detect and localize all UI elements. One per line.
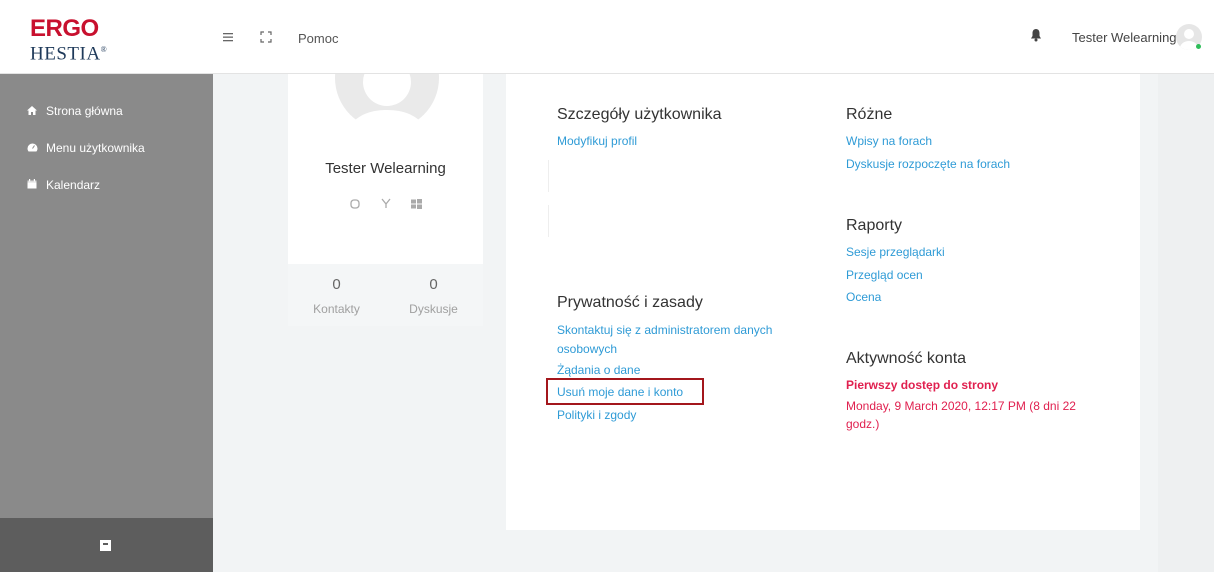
contacts-label[interactable]: Kontakty (288, 302, 385, 316)
skype-icon[interactable] (347, 198, 363, 212)
discussions-count: 0 (429, 276, 438, 293)
browser-sessions-link[interactable]: Sesje przeglądarki (846, 245, 945, 259)
contact-dpo-link-continued[interactable]: osobowych (557, 342, 617, 356)
sidebar-item-calendar[interactable]: Kalendarz (26, 178, 100, 196)
yahoo-icon[interactable] (378, 198, 394, 212)
windows-icon[interactable] (408, 198, 424, 212)
top-navbar: ERGO HESTIA® Pomoc Tester Welearning (0, 0, 1214, 74)
section-title-user-details: Szczegóły użytkownika (557, 106, 722, 123)
forum-discussions-link[interactable]: Dyskusje rozpoczęte na forach (846, 157, 1010, 171)
help-link[interactable]: Pomoc (298, 31, 338, 46)
highlight-annotation-box (546, 378, 704, 405)
section-title-misc: Różne (846, 106, 893, 123)
page-background-right (1158, 74, 1214, 572)
data-requests-link[interactable]: Żądania o dane (557, 363, 640, 377)
home-icon (26, 106, 38, 118)
first-access-value: Monday, 9 March 2020, 12:17 PM (8 dni 22… (846, 399, 1076, 431)
hamburger-menu-icon[interactable] (220, 30, 236, 46)
section-title-activity: Aktywność konta (846, 350, 967, 367)
online-status-dot (1196, 44, 1201, 49)
fullscreen-icon[interactable] (258, 30, 274, 46)
profile-card: Tester Welearning 0 Kontakty 0 Dyskusje (288, 74, 483, 326)
first-access-label: Pierwszy dostęp do strony (846, 378, 999, 392)
grades-overview-link[interactable]: Przegląd ocen (846, 268, 923, 282)
sidebar: Strona główna Menu użytkownika Kalendarz (0, 74, 213, 518)
policies-consents-link[interactable]: Polityki i zgody (557, 408, 636, 422)
sidebar-item-home[interactable]: Strona główna (26, 104, 123, 122)
discussions-label[interactable]: Dyskusje (385, 302, 482, 316)
notification-bell-icon[interactable] (1030, 28, 1044, 44)
archive-icon[interactable] (100, 540, 111, 551)
profile-stats: 0 Kontakty 0 Dyskusje (288, 264, 483, 326)
calendar-icon (26, 179, 38, 192)
grade-link[interactable]: Ocena (846, 290, 881, 304)
sidebar-item-label: Strona główna (46, 104, 123, 118)
divider (548, 205, 549, 237)
edit-profile-link[interactable]: Modyfikuj profil (557, 134, 637, 148)
logo-line-hestia: HESTIA® (30, 43, 108, 65)
dashboard-icon (26, 143, 38, 155)
section-title-privacy: Prywatność i zasady (557, 294, 703, 311)
user-menu-name[interactable]: Tester Welearning (1072, 30, 1177, 45)
section-title-reports: Raporty (846, 217, 903, 234)
sidebar-footer (0, 518, 213, 572)
ergo-hestia-logo[interactable]: ERGO HESTIA® (30, 15, 150, 65)
sidebar-item-label: Menu użytkownika (46, 141, 145, 155)
profile-name: Tester Welearning (325, 160, 446, 177)
profile-avatar (331, 74, 443, 130)
divider (548, 160, 549, 192)
contacts-count: 0 (332, 276, 341, 293)
forum-posts-link[interactable]: Wpisy na forach (846, 134, 932, 148)
contact-dpo-link[interactable]: Skontaktuj się z administratorem danych (557, 323, 772, 337)
logo-line-ergo: ERGO (30, 15, 99, 42)
sidebar-item-user-menu[interactable]: Menu użytkownika (26, 141, 145, 159)
sidebar-item-label: Kalendarz (46, 178, 101, 192)
